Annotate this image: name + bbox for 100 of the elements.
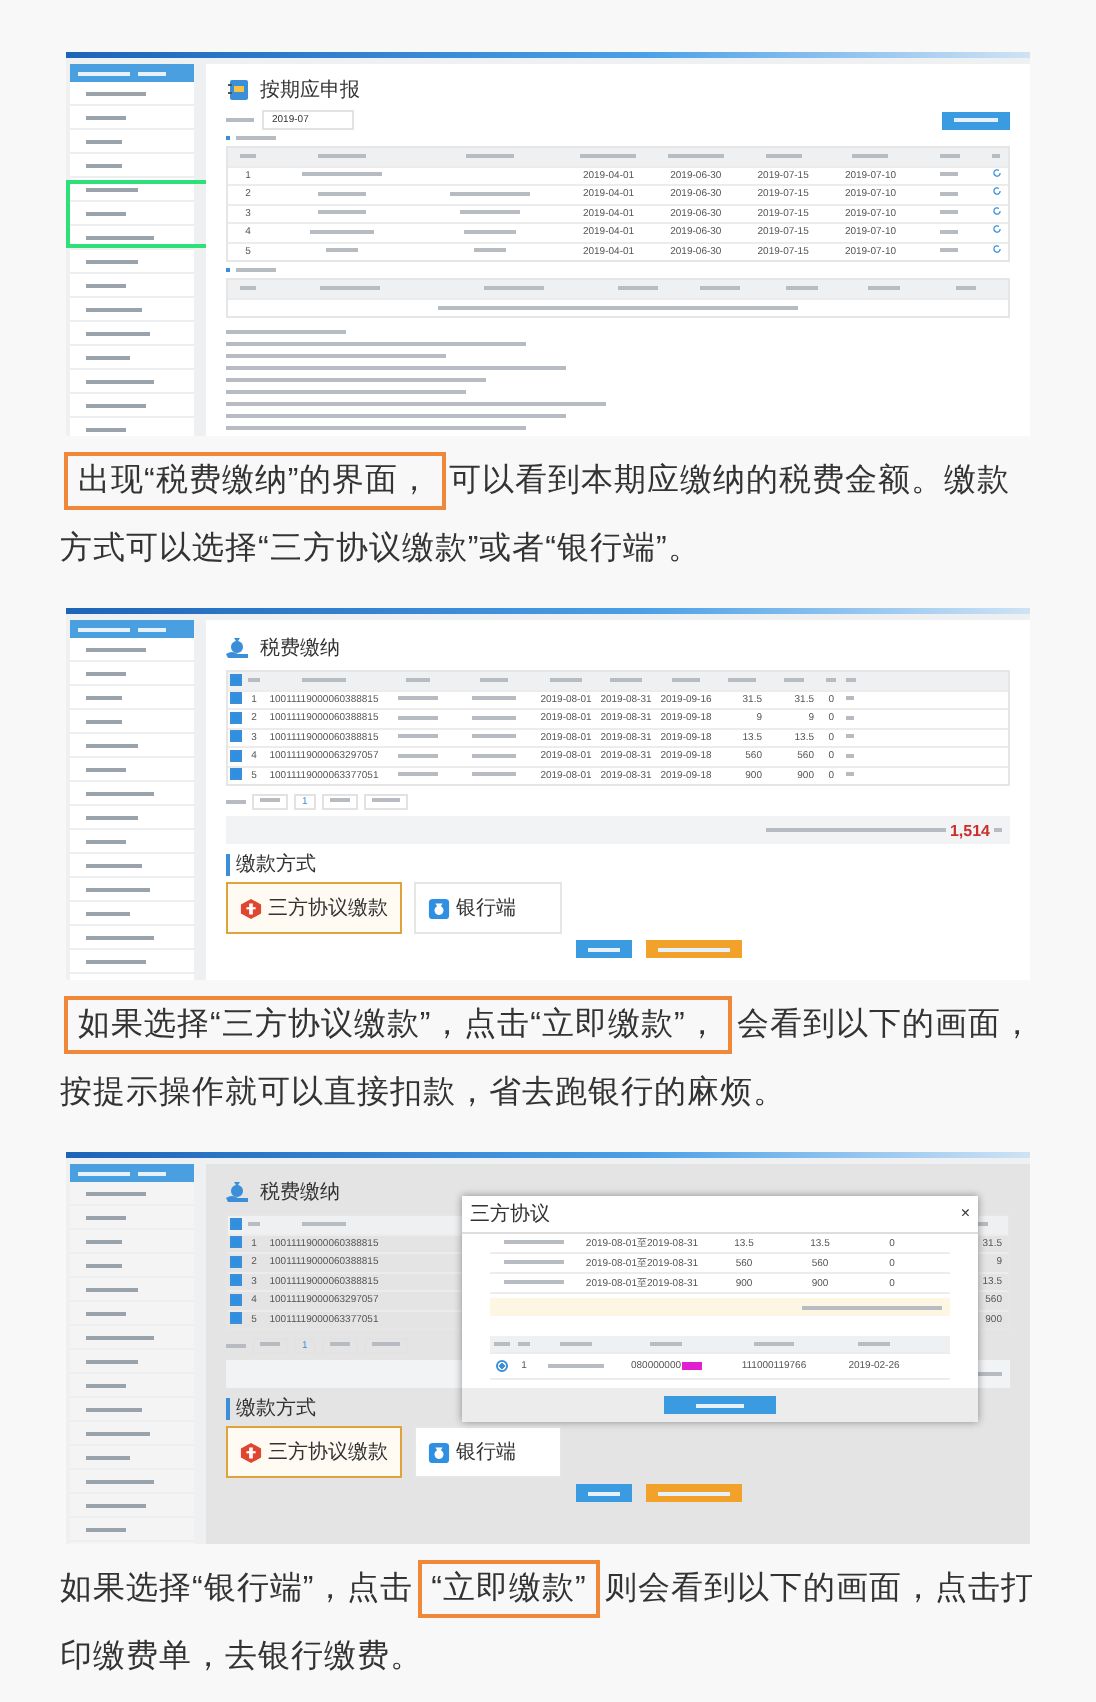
blurred-text — [472, 696, 516, 701]
blurred-text — [472, 715, 516, 720]
blurred-text — [580, 153, 637, 158]
total-amount: 1,514 — [949, 821, 990, 839]
sidebar-header[interactable] — [70, 1164, 194, 1182]
action-button[interactable] — [942, 111, 1010, 129]
money-bag-icon — [428, 1441, 450, 1463]
blurred-text — [650, 1341, 682, 1346]
notebook-icon — [226, 78, 250, 102]
blurred-text — [480, 677, 508, 682]
blurred-text — [846, 772, 854, 777]
blurred-text — [472, 772, 516, 777]
blurred-text — [765, 153, 802, 158]
blurred-text — [302, 1221, 346, 1226]
blurred-text — [474, 248, 507, 253]
blurred-text — [754, 1341, 794, 1346]
blurred-text — [550, 677, 582, 682]
checkbox[interactable] — [230, 1236, 242, 1249]
blurred-text — [504, 1260, 564, 1265]
blurred-text — [846, 715, 854, 720]
blurred-text — [460, 210, 521, 215]
blurred-text — [329, 798, 350, 803]
checkbox[interactable] — [230, 1217, 242, 1230]
section-title: 缴款方式 — [226, 854, 1010, 876]
blurred-text — [302, 677, 346, 682]
blurred-text — [560, 1341, 592, 1346]
blurred-text — [610, 677, 642, 682]
blurred-text — [504, 1240, 564, 1245]
blurred-text — [318, 153, 367, 158]
close-button[interactable]: × — [960, 1206, 970, 1222]
print-voucher-button[interactable] — [645, 1484, 741, 1502]
blurred-text — [939, 153, 960, 158]
pay-now-button[interactable] — [575, 1484, 631, 1502]
print-voucher-button[interactable] — [645, 940, 741, 958]
blurred-text — [484, 285, 545, 290]
checkbox[interactable] — [230, 692, 242, 705]
blurred-text — [240, 153, 256, 158]
agreement-pay-button[interactable] — [664, 1396, 776, 1414]
pay-now-button[interactable] — [575, 940, 631, 958]
money-hand-icon — [226, 636, 250, 660]
blurred-text — [548, 1363, 604, 1368]
blurred-text — [398, 753, 438, 758]
blurred-text — [846, 696, 854, 701]
blurred-text — [992, 153, 1000, 158]
paragraph: 如果选择“三方协议缴款”，点击“立即缴款”， 会看到以下的画面，按提示操作就可以直接扣款，省去跑银行的麻烦。 — [0, 980, 1096, 1144]
blurred-text — [956, 285, 977, 290]
blurred-text — [868, 285, 901, 290]
blurred-text — [398, 696, 438, 701]
payment-method-option[interactable]: 三方协议缴款 — [226, 882, 402, 934]
blurred-text — [326, 248, 359, 253]
payment-method-option[interactable]: 银行端 — [414, 1426, 562, 1478]
checkbox[interactable] — [230, 730, 242, 743]
blurred-text — [320, 285, 381, 290]
checkbox[interactable] — [230, 673, 242, 686]
blurred-text — [240, 285, 256, 290]
blurred-text — [398, 715, 438, 720]
blurred-text — [784, 677, 804, 682]
blurred-text — [398, 772, 438, 777]
checkbox[interactable] — [230, 1293, 242, 1306]
sidebar-header[interactable] — [70, 64, 194, 82]
checkbox[interactable] — [230, 711, 242, 724]
paragraph: 出现“税费缴纳”的界面， 可以看到本期应缴纳的税费金额。缴款方式可以选择“三方协议缴款”或者“银行端”。 — [0, 436, 1096, 600]
page-title: 税费缴纳 — [260, 1179, 340, 1206]
blurred-text — [318, 210, 367, 215]
checkbox[interactable] — [230, 1312, 242, 1325]
hexagon-icon — [240, 897, 262, 919]
blurred-text — [786, 285, 819, 290]
page-title: 税费缴纳 — [260, 635, 340, 662]
blurred-text — [504, 1280, 564, 1285]
blurred-text — [406, 677, 430, 682]
blurred-text — [450, 191, 531, 196]
blurred-text — [398, 734, 438, 739]
sidebar-header[interactable] — [70, 620, 194, 638]
blurred-text — [852, 153, 889, 158]
blurred-text — [472, 734, 516, 739]
blurred-text — [617, 285, 658, 290]
blurred-text — [371, 1342, 400, 1347]
blurred-text — [728, 677, 756, 682]
dialog-title: 三方协议 — [470, 1201, 550, 1228]
payment-method-option[interactable]: 银行端 — [414, 882, 562, 934]
radio-button[interactable] — [496, 1359, 508, 1372]
blurred-text — [667, 153, 724, 158]
blurred-text — [329, 1342, 350, 1347]
payment-method-option[interactable]: 三方协议缴款 — [226, 1426, 402, 1478]
blurred-text — [472, 753, 516, 758]
checkbox[interactable] — [230, 749, 242, 762]
money-bag-icon — [428, 897, 450, 919]
blurred-text — [672, 677, 700, 682]
checkbox[interactable] — [230, 1274, 242, 1287]
blurred-text — [700, 285, 741, 290]
hexagon-icon — [240, 1441, 262, 1463]
checkbox[interactable] — [230, 1255, 242, 1268]
blurred-text — [302, 172, 383, 177]
blurred-text — [248, 1221, 260, 1226]
blurred-text — [466, 153, 515, 158]
checkbox[interactable] — [230, 768, 242, 781]
blurred-text — [846, 734, 854, 739]
paragraph: 如果选择“银行端”，点击 “立即缴款” 则会看到以下的画面，点击打印缴费单，去银行缴费。 — [0, 1544, 1096, 1702]
blurred-text — [318, 191, 367, 196]
blurred-text — [310, 229, 375, 234]
